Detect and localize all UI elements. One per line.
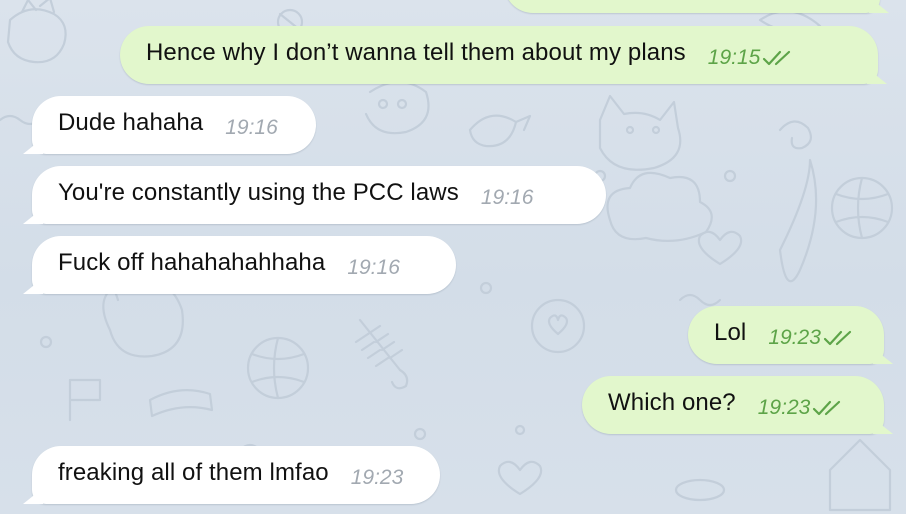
message-bubble-incoming[interactable]: Dude hahaha 19:16 (32, 96, 316, 154)
message-bubble-incoming[interactable]: Fuck off hahahahahhaha 19:16 (32, 236, 456, 294)
message-text: freaking all of them lmfao (58, 459, 329, 486)
double-check-icon (763, 50, 791, 66)
message-time: 19:23 (768, 326, 821, 349)
message-bubble-incoming[interactable]: You're constantly using the PCC laws 19:… (32, 166, 606, 224)
message-time: 19:16 (347, 256, 400, 279)
message-time: 19:15 (707, 46, 761, 69)
double-check-icon (813, 400, 841, 416)
message-text: Which one? (608, 389, 736, 416)
message-text: Hence why I don’t wanna tell them about … (146, 39, 686, 66)
message-bubble-cropped (504, 0, 880, 13)
message-bubble-outgoing[interactable]: Lol 19:23 (688, 306, 884, 364)
message-text: You're constantly using the PCC laws (58, 179, 459, 206)
message-text: Dude hahaha (58, 109, 204, 136)
double-check-icon (823, 330, 851, 346)
message-text: Lol (714, 319, 747, 346)
message-text: Fuck off hahahahahhaha (58, 249, 326, 276)
message-time: 19:23 (350, 466, 404, 489)
message-bubble-outgoing[interactable]: Hence why I don’t wanna tell them about … (120, 26, 878, 84)
message-time: 19:23 (757, 396, 811, 419)
message-time: 19:16 (225, 116, 278, 139)
message-bubble-incoming[interactable]: freaking all of them lmfao 19:23 (32, 446, 440, 504)
message-time: 19:16 (480, 186, 534, 209)
message-bubble-outgoing[interactable]: Which one? 19:23 (582, 376, 884, 434)
